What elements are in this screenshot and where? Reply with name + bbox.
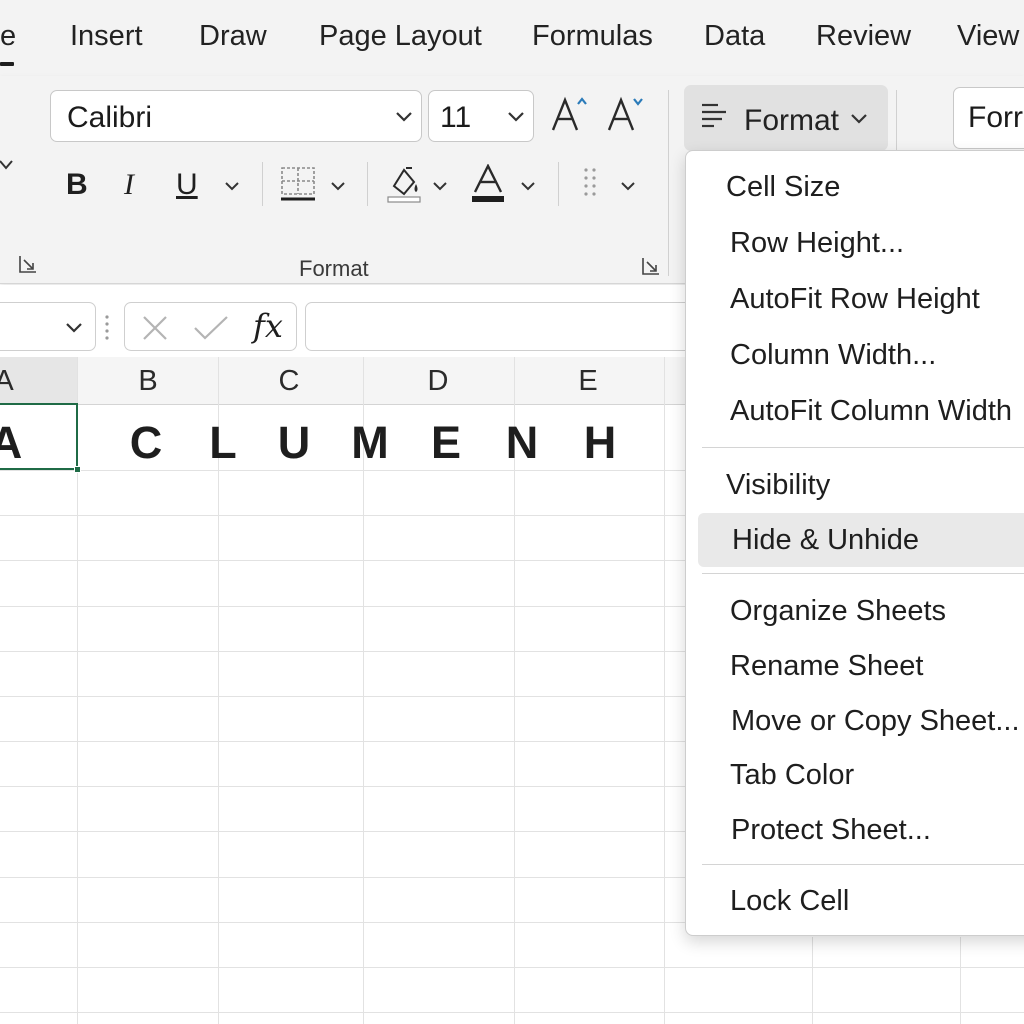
grid-line [0,967,1024,968]
ribbon-tab-bar: e Insert Draw Page Layout Formulas Data … [0,0,1024,76]
column-header-a[interactable]: A [0,365,34,398]
menu-item-protect-sheet[interactable]: Protect Sheet... [731,814,931,847]
decrease-font-size-icon[interactable] [606,96,644,134]
active-tab-indicator [0,62,14,66]
chevron-down-icon[interactable] [0,158,14,172]
column-header-e[interactable]: E [558,365,618,398]
dialog-launcher-icon[interactable] [18,254,38,274]
cell-value[interactable]: M [340,417,400,469]
cell-value[interactable]: N [492,417,552,469]
chevron-down-icon [396,112,412,122]
menu-item-hide-unhide[interactable]: Hide & Unhide [732,524,919,557]
tab-insert[interactable]: Insert [70,20,143,53]
grid-line [0,1012,1024,1013]
cell-value[interactable]: H [570,417,630,469]
column-header-d[interactable]: D [408,365,468,398]
chevron-down-icon[interactable] [620,180,636,192]
menu-item-autofit-column-width[interactable]: AutoFit Column Width [730,395,1012,428]
formula-input[interactable] [305,302,695,351]
borders-icon[interactable] [280,166,316,202]
insert-function-button[interactable]: fx [253,307,283,345]
column-header-b[interactable]: B [118,365,178,398]
chevron-down-icon [508,112,524,122]
font-family-select[interactable]: Calibri [50,90,422,142]
font-family-value: Calibri [67,101,153,134]
tab-page-layout[interactable]: Page Layout [319,20,482,53]
fill-handle[interactable] [74,466,81,473]
cell-value[interactable]: L [193,417,253,469]
tab-data[interactable]: Data [704,20,765,53]
menu-item-move-copy-sheet[interactable]: Move or Copy Sheet... [731,705,1020,738]
menu-heading-visibility: Visibility [726,469,831,501]
column-header-c[interactable]: C [259,365,319,398]
dialog-launcher-icon[interactable] [641,256,661,276]
format-button[interactable]: Format [684,85,888,151]
splitter-handle-icon[interactable] [104,313,110,341]
chevron-down-icon [851,114,867,124]
underline-button[interactable]: U [176,170,198,200]
menu-separator [702,573,1024,574]
menu-separator [702,447,1024,448]
tab-home[interactable]: e [0,20,16,53]
grid-line [812,937,813,1024]
chevron-down-icon [66,323,82,333]
tab-draw[interactable]: Draw [199,20,267,53]
separator [558,162,559,206]
increase-font-size-icon[interactable] [550,96,588,134]
menu-item-column-width[interactable]: Column Width... [730,339,936,372]
menu-separator [702,864,1024,865]
tab-formulas[interactable]: Formulas [532,20,653,53]
format-lines-icon [702,103,726,128]
format-dropdown-menu: Cell Size Row Height... AutoFit Row Heig… [685,150,1024,936]
font-size-select[interactable]: 11 [428,90,534,142]
enter-check-icon[interactable] [193,314,229,342]
menu-heading-organize-sheets: Organize Sheets [730,595,947,627]
tab-view[interactable]: View [957,20,1019,53]
style-field-value: Forr [968,101,1023,134]
chevron-down-icon[interactable] [432,180,448,192]
cell-value[interactable]: C [116,417,176,469]
tab-review[interactable]: Review [816,20,911,53]
chevron-down-icon[interactable] [224,180,240,192]
italic-button[interactable]: I [124,170,134,200]
cell-value[interactable]: A [0,417,36,469]
cell-value[interactable]: E [416,417,476,469]
grid-line [960,937,961,1024]
separator [262,162,263,206]
format-button-label: Format [744,104,840,137]
cancel-icon[interactable] [141,314,169,342]
fill-color-icon[interactable] [386,164,422,204]
chevron-down-icon[interactable] [330,180,346,192]
font-group-label: Format [299,256,369,281]
formula-buttons: fx [124,302,297,351]
bold-button[interactable]: B [66,170,88,200]
style-field[interactable]: Forr [953,87,1024,149]
group-separator [668,90,669,276]
chevron-down-icon[interactable] [520,180,536,192]
grid-line [664,357,665,1024]
menu-item-tab-color[interactable]: Tab Color [730,759,854,792]
menu-item-lock-cell[interactable]: Lock Cell [730,885,849,918]
font-size-value: 11 [440,101,472,134]
menu-item-autofit-row-height[interactable]: AutoFit Row Height [730,283,980,316]
menu-heading-cell-size: Cell Size [726,171,841,203]
menu-item-rename-sheet[interactable]: Rename Sheet [730,650,923,683]
cell-value[interactable]: U [264,417,324,469]
more-options-icon[interactable] [580,164,604,204]
separator [367,162,368,206]
menu-item-row-height[interactable]: Row Height... [730,227,904,260]
font-color-icon[interactable] [470,164,506,204]
name-box[interactable] [0,302,96,351]
